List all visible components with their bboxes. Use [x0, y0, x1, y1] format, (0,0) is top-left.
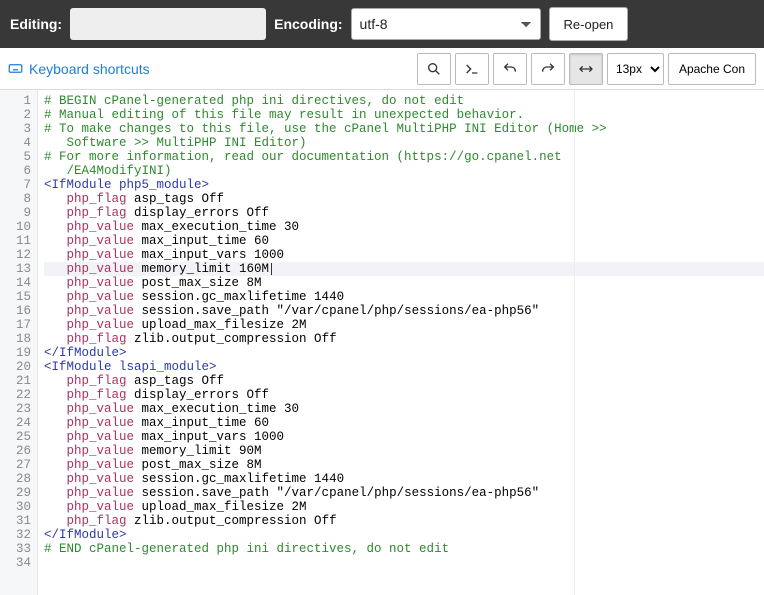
- line-number: 22: [0, 388, 31, 402]
- wrap-icon: [578, 61, 594, 77]
- code-line[interactable]: # For more information, read our documen…: [44, 150, 764, 164]
- code-line[interactable]: php_value post_max_size 8M: [44, 458, 764, 472]
- line-number: 28: [0, 472, 31, 486]
- line-number: 3: [0, 122, 31, 136]
- editor-controls: 13px Apache Con: [417, 53, 756, 85]
- reopen-button[interactable]: Re-open: [549, 7, 629, 41]
- encoding-select[interactable]: utf-8: [351, 8, 541, 40]
- line-number: 24: [0, 416, 31, 430]
- code-line[interactable]: php_flag asp_tags Off: [44, 374, 764, 388]
- code-line[interactable]: php_value post_max_size 8M: [44, 276, 764, 290]
- line-number: 6: [0, 164, 31, 178]
- terminal-icon: [464, 61, 480, 77]
- code-line[interactable]: # BEGIN cPanel-generated php ini directi…: [44, 94, 764, 108]
- code-line[interactable]: php_value upload_max_filesize 2M: [44, 500, 764, 514]
- search-button[interactable]: [417, 53, 451, 85]
- line-number: 2: [0, 108, 31, 122]
- code-line[interactable]: php_value max_input_vars 1000: [44, 430, 764, 444]
- second-toolbar: Keyboard shortcuts 13px Apache Con: [0, 48, 764, 90]
- code-line[interactable]: [44, 556, 764, 570]
- undo-button[interactable]: [493, 53, 527, 85]
- code-line[interactable]: php_value session.save_path "/var/cpanel…: [44, 486, 764, 500]
- line-number: 23: [0, 402, 31, 416]
- line-number: 34: [0, 556, 31, 570]
- editing-file-input[interactable]: [70, 8, 266, 40]
- line-number: 1: [0, 94, 31, 108]
- code-line[interactable]: php_flag display_errors Off: [44, 388, 764, 402]
- code-line[interactable]: php_value session.save_path "/var/cpanel…: [44, 304, 764, 318]
- code-area[interactable]: # BEGIN cPanel-generated php ini directi…: [38, 90, 764, 595]
- redo-icon: [540, 61, 556, 77]
- code-line[interactable]: php_flag zlib.output_compression Off: [44, 332, 764, 346]
- line-number: 15: [0, 290, 31, 304]
- line-number: 11: [0, 234, 31, 248]
- line-number: 33: [0, 542, 31, 556]
- search-icon: [426, 61, 442, 77]
- code-line[interactable]: php_flag zlib.output_compression Off: [44, 514, 764, 528]
- line-number: 30: [0, 500, 31, 514]
- code-line[interactable]: php_value max_input_time 60: [44, 234, 764, 248]
- line-number: 26: [0, 444, 31, 458]
- code-line[interactable]: php_value max_execution_time 30: [44, 402, 764, 416]
- code-line[interactable]: php_value memory_limit 90M: [44, 444, 764, 458]
- code-line[interactable]: php_value max_execution_time 30: [44, 220, 764, 234]
- line-number: 18: [0, 332, 31, 346]
- line-number: 21: [0, 374, 31, 388]
- code-line[interactable]: php_value session.gc_maxlifetime 1440: [44, 290, 764, 304]
- line-number: 9: [0, 206, 31, 220]
- code-line[interactable]: php_flag asp_tags Off: [44, 192, 764, 206]
- line-number: 12: [0, 248, 31, 262]
- code-line[interactable]: </IfModule>: [44, 346, 764, 360]
- code-line[interactable]: /EA4ModifyINI): [44, 164, 764, 178]
- line-number: 5: [0, 150, 31, 164]
- line-number: 4: [0, 136, 31, 150]
- code-line[interactable]: php_value max_input_time 60: [44, 416, 764, 430]
- code-line[interactable]: # Manual editing of this file may result…: [44, 108, 764, 122]
- line-number: 27: [0, 458, 31, 472]
- code-line[interactable]: Software >> MultiPHP INI Editor): [44, 136, 764, 150]
- line-number: 14: [0, 276, 31, 290]
- undo-icon: [502, 61, 518, 77]
- line-number: 8: [0, 192, 31, 206]
- code-line[interactable]: php_value memory_limit 160M: [44, 262, 764, 276]
- code-line[interactable]: php_value max_input_vars 1000: [44, 248, 764, 262]
- line-number: 29: [0, 486, 31, 500]
- keyboard-shortcuts-link[interactable]: Keyboard shortcuts: [8, 61, 150, 77]
- line-number: 19: [0, 346, 31, 360]
- line-number: 32: [0, 528, 31, 542]
- code-line[interactable]: # To make changes to this file, use the …: [44, 122, 764, 136]
- encoding-label: Encoding:: [274, 16, 342, 32]
- line-number: 31: [0, 514, 31, 528]
- keyboard-icon: [8, 61, 23, 76]
- code-editor[interactable]: 1234567891011121314151617181920212223242…: [0, 90, 764, 595]
- font-size-select[interactable]: 13px: [607, 53, 664, 85]
- line-number: 16: [0, 304, 31, 318]
- syntax-mode-select[interactable]: Apache Con: [668, 53, 756, 85]
- line-gutter: 1234567891011121314151617181920212223242…: [0, 90, 38, 595]
- wrap-toggle-button[interactable]: [569, 53, 603, 85]
- code-line[interactable]: php_flag display_errors Off: [44, 206, 764, 220]
- keyboard-shortcuts-label: Keyboard shortcuts: [29, 61, 150, 77]
- line-number: 7: [0, 178, 31, 192]
- code-line[interactable]: php_value session.gc_maxlifetime 1440: [44, 472, 764, 486]
- line-number: 17: [0, 318, 31, 332]
- line-number: 20: [0, 360, 31, 374]
- code-line[interactable]: </IfModule>: [44, 528, 764, 542]
- code-line[interactable]: # END cPanel-generated php ini directive…: [44, 542, 764, 556]
- code-line[interactable]: <IfModule lsapi_module>: [44, 360, 764, 374]
- text-cursor: [271, 263, 272, 275]
- editing-label: Editing:: [10, 16, 62, 32]
- line-number: 25: [0, 430, 31, 444]
- line-number: 13: [0, 262, 31, 276]
- code-line[interactable]: php_value upload_max_filesize 2M: [44, 318, 764, 332]
- line-number: 10: [0, 220, 31, 234]
- code-line[interactable]: <IfModule php5_module>: [44, 178, 764, 192]
- redo-button[interactable]: [531, 53, 565, 85]
- top-toolbar: Editing: Encoding: utf-8 Re-open: [0, 0, 764, 48]
- print-margin: [574, 90, 575, 595]
- terminal-button[interactable]: [455, 53, 489, 85]
